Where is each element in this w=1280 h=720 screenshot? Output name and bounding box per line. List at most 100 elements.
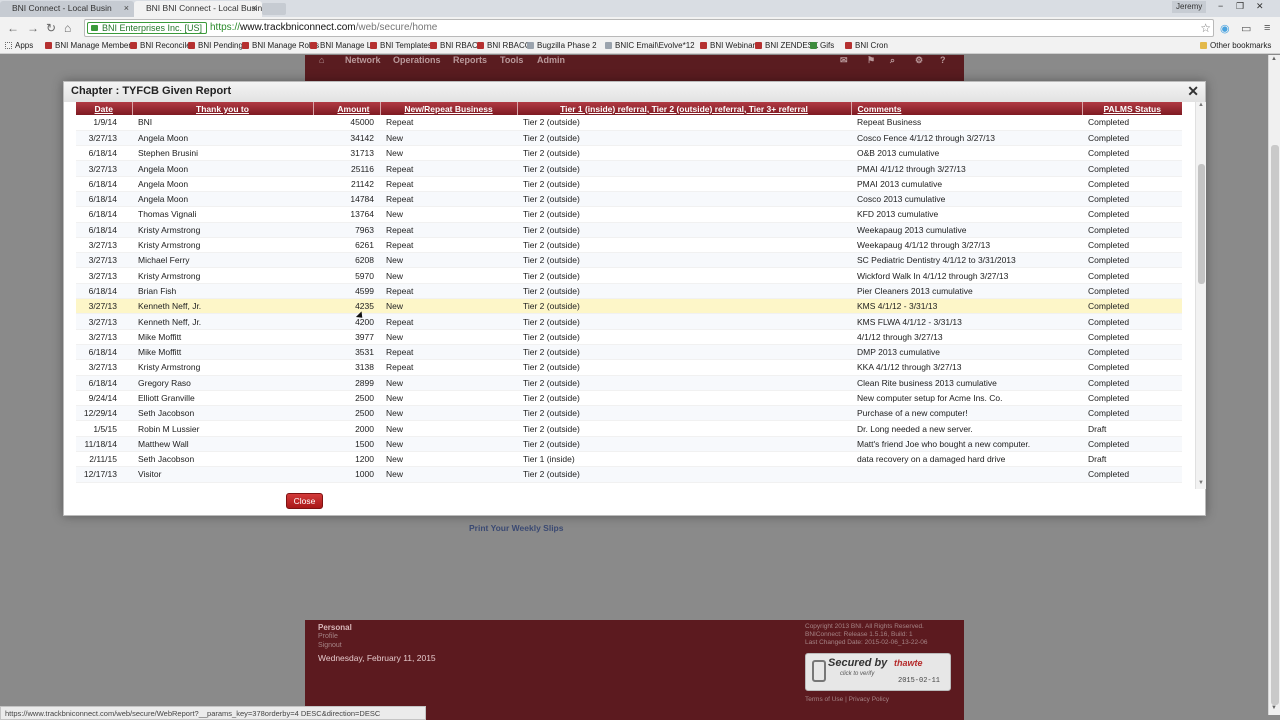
table-row[interactable]: 3/27/13 Kenneth Neff, Jr. 4235 New Tier 2 (o… <box>76 298 1182 315</box>
table-row[interactable]: 3/27/13 Mike Moffitt 3977 New Tier 2 (outsid… <box>76 329 1182 345</box>
page-scrollbar[interactable]: ▲ ▼ <box>1268 55 1280 715</box>
bni-favicon-icon <box>845 42 852 49</box>
signout-link[interactable]: Signout <box>318 642 342 649</box>
table-row[interactable]: 6/18/14 Angela Moon 21142 Repeat Tier 2 (out… <box>76 176 1182 192</box>
nav-tools[interactable]: Tools <box>500 55 523 65</box>
bookmark-item[interactable]: BNI RBACR <box>430 41 484 50</box>
scroll-up-icon[interactable]: ▲ <box>1198 102 1204 108</box>
bookmark-item[interactable]: BNIC Email\Evolve*12 <box>605 41 695 50</box>
thawte-security-seal[interactable]: Secured by click to verify thawte 2015-0… <box>805 653 951 691</box>
minimize-icon[interactable]: − <box>1218 1 1223 11</box>
table-row[interactable]: 6/18/14 Stephen Brusini 31713 New Tier 2 (ou… <box>76 145 1182 162</box>
table-row[interactable]: 6/18/14 Mike Moffitt 3531 Repeat Tier 2 (out… <box>76 344 1182 361</box>
bookmark-item[interactable]: BNI Templates <box>370 41 432 50</box>
table-row[interactable]: 1/5/15 Robin M Lussier 2000 New Tier 2 (outs… <box>76 420 1182 437</box>
bugzilla-favicon-icon <box>527 42 534 49</box>
table-row[interactable]: 11/18/14 Matthew Wall 1500 New Tier 2 (outsi… <box>76 436 1182 453</box>
bookmark-item[interactable]: BNI Cron <box>845 41 888 50</box>
thawte-logo: thawte <box>894 658 923 668</box>
table-row[interactable]: 3/27/13 Angela Moon 25116 Repeat Tier 2 (out… <box>76 160 1182 177</box>
ev-certificate-badge[interactable]: BNI Enterprises Inc. [US] <box>87 22 208 34</box>
settings-icon[interactable]: ⚙ <box>915 55 923 66</box>
column-header-new-repeat[interactable]: New/Repeat Business <box>380 102 518 115</box>
bookmark-item[interactable]: BNI Manage Roles <box>242 41 319 50</box>
table-row[interactable]: 6/18/14 Kristy Armstrong 7963 Repeat Tier 2 … <box>76 222 1182 238</box>
tab-close-icon[interactable]: × <box>124 3 129 13</box>
extension-icon[interactable]: ◉ <box>1220 22 1230 35</box>
bookmark-item[interactable]: Bugzilla Phase 2 <box>527 41 597 50</box>
bookmark-star-icon[interactable]: ☆ <box>1200 21 1211 35</box>
table-row[interactable]: 1/9/14 BNI 45000 Repeat Tier 2 (outside) Repe… <box>76 115 1182 131</box>
bookmark-item[interactable]: BNI Webinars <box>700 41 759 50</box>
table-row[interactable]: 3/27/13 Kristy Armstrong 3138 Repeat Tier 2 … <box>76 359 1182 376</box>
reload-icon[interactable]: ↻ <box>46 21 56 35</box>
table-row[interactable]: 6/18/14 Thomas Vignali 13764 New Tier 2 (out… <box>76 206 1182 223</box>
table-row[interactable]: 6/18/14 Angela Moon 14784 Repeat Tier 2 (out… <box>76 191 1182 208</box>
help-icon[interactable]: ? <box>940 55 946 65</box>
cell-referral-tier: Tier 2 (outside) <box>517 359 851 376</box>
bookmark-item[interactable]: BNI ZENDESK <box>755 41 818 50</box>
terms-privacy-links[interactable]: Terms of Use | Privacy Policy <box>805 696 889 703</box>
cell-palms-status: Completed <box>1082 344 1182 361</box>
tab-close-icon[interactable]: × <box>252 3 257 13</box>
table-row[interactable]: 12/17/13 Visitor 1000 New Tier 2 (outside) Co… <box>76 466 1182 483</box>
table-row[interactable]: 3/27/13 Angela Moon 34142 New Tier 2 (outsid… <box>76 130 1182 147</box>
column-header-referral-tier[interactable]: Tier 1 (inside) referral, Tier 2 (outsid… <box>517 102 852 115</box>
home-icon[interactable]: ⌂ <box>319 55 324 65</box>
profile-link[interactable]: Profile <box>318 633 338 640</box>
column-header-amount[interactable]: Amount <box>313 102 381 115</box>
window-close-icon[interactable]: ✕ <box>1256 1 1264 12</box>
table-row[interactable]: 3/27/13 Michael Ferry 6208 New Tier 2 (outsi… <box>76 252 1182 269</box>
mail-icon[interactable]: ✉ <box>840 55 848 66</box>
table-row[interactable]: 2/11/15 Seth Jacobson 1200 New Tier 1 (insid… <box>76 451 1182 468</box>
new-tab-button[interactable] <box>262 3 286 15</box>
scroll-up-icon[interactable]: ▲ <box>1271 56 1277 62</box>
bookmark-item[interactable]: BNI Manage LT <box>310 41 375 50</box>
bookmark-item[interactable]: BNI Manage Members <box>45 41 135 50</box>
bookmark-item[interactable]: BNI Pending <box>188 41 243 50</box>
table-row[interactable]: 9/24/14 Elliott Granville 2500 New Tier 2 (o… <box>76 390 1182 407</box>
search-icon[interactable]: ⌕ <box>890 55 895 66</box>
scroll-down-icon[interactable]: ▼ <box>1198 480 1204 486</box>
cell-thank-you-to: Kristy Armstrong <box>132 222 313 238</box>
flag-icon[interactable]: ⚑ <box>867 55 875 66</box>
table-row[interactable]: 3/27/13 Kristy Armstrong 5970 New Tier 2 (ou… <box>76 267 1182 284</box>
browser-tab-2[interactable]: BNI BNI Connect - Local Busin × <box>134 1 262 17</box>
table-row[interactable]: 6/18/14 Gregory Raso 2899 New Tier 2 (outsid… <box>76 375 1182 391</box>
forward-arrow-icon[interactable]: → <box>27 21 39 35</box>
column-header-date[interactable]: Date <box>76 102 133 115</box>
column-header-comments[interactable]: Comments <box>851 102 1083 115</box>
bookmark-item[interactable]: Gifs <box>810 41 834 50</box>
back-arrow-icon[interactable]: ← <box>7 21 19 35</box>
table-row[interactable]: 3/27/13 Kristy Armstrong 6261 Repeat Tier 2 … <box>76 237 1182 254</box>
bookmark-item[interactable]: BNI RBACC <box>477 41 531 50</box>
dialog-scroll-thumb[interactable] <box>1198 164 1205 284</box>
address-bar[interactable]: BNI Enterprises Inc. [US] https://www.tr… <box>84 19 1214 37</box>
cell-business-type: Repeat <box>380 344 517 361</box>
table-row[interactable]: 3/27/13 Kenneth Neff, Jr. 4200 Repeat Tier 2… <box>76 313 1182 330</box>
menu-icon[interactable]: ≡ <box>1264 22 1270 34</box>
other-bookmarks[interactable]: Other bookmarks <box>1200 41 1271 50</box>
bookmark-apps[interactable]: Apps <box>5 41 33 50</box>
print-weekly-slips-link[interactable]: Print Your Weekly Slips <box>469 523 563 533</box>
restore-icon[interactable]: ❐ <box>1236 1 1244 12</box>
home-icon[interactable]: ⌂ <box>64 21 71 35</box>
nav-reports[interactable]: Reports <box>453 55 487 65</box>
page-scroll-thumb[interactable] <box>1271 145 1279 705</box>
dialog-close-icon[interactable]: ✕ <box>1187 83 1199 100</box>
dialog-scrollbar[interactable]: ▲ ▼ <box>1195 102 1206 489</box>
nav-operations[interactable]: Operations <box>393 55 441 65</box>
column-header-thank-you-to[interactable]: Thank you to <box>132 102 314 115</box>
browser-tab-1[interactable]: BNI Connect - Local Busin × <box>0 1 134 17</box>
table-row[interactable]: 12/29/14 Seth Jacobson 2500 New Tier 2 (outs… <box>76 405 1182 422</box>
nav-admin[interactable]: Admin <box>537 55 565 65</box>
cast-icon[interactable]: ▭ <box>1241 22 1251 35</box>
close-button[interactable]: Close <box>286 493 323 509</box>
column-header-palms-status[interactable]: PALMS Status <box>1082 102 1182 115</box>
cell-referral-tier: Tier 2 (outside) <box>517 115 851 131</box>
profile-user-badge[interactable]: Jeremy <box>1172 1 1207 13</box>
bookmark-item[interactable]: BNI Reconcile <box>130 41 191 50</box>
table-row[interactable]: 6/18/14 Brian Fish 4599 Repeat Tier 2 (outsi… <box>76 283 1182 300</box>
scroll-down-icon[interactable]: ▼ <box>1271 705 1277 711</box>
nav-network[interactable]: Network <box>345 55 381 65</box>
